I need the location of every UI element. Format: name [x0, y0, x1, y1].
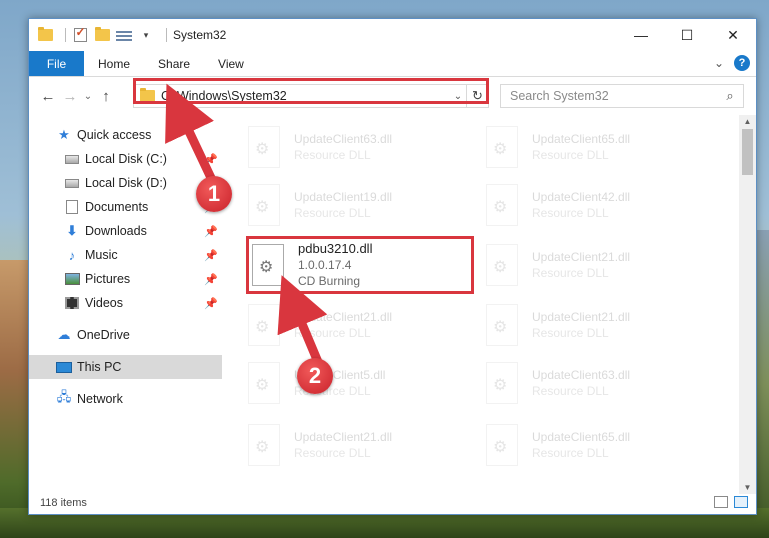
- step-2-badge: 2: [297, 358, 333, 394]
- arrow-to-file: [277, 275, 328, 367]
- step-1-badge: 1: [196, 176, 232, 212]
- annotation-arrows: [165, 83, 328, 367]
- arrow-to-address: [165, 83, 217, 185]
